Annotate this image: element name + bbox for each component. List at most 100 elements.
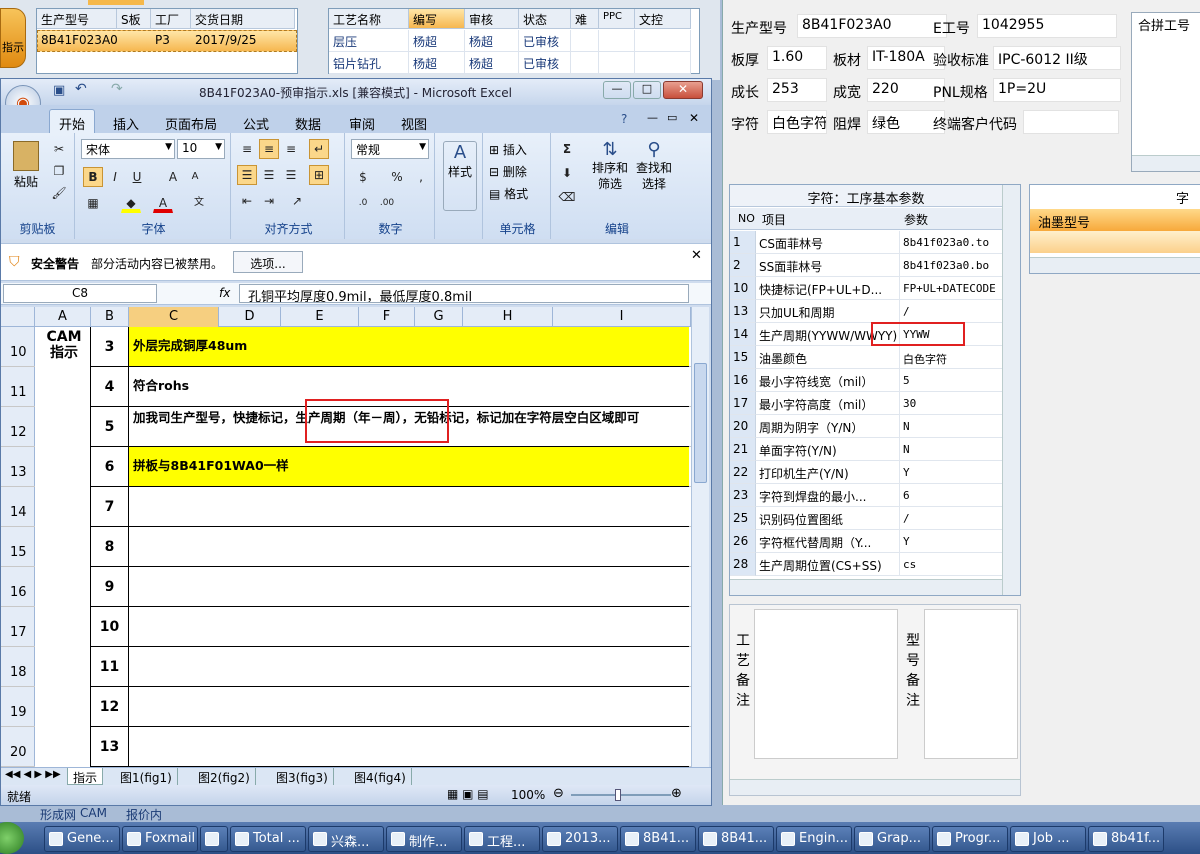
- view-normal-icon[interactable]: ▦ ▣ ▤: [447, 787, 489, 801]
- autosum-button[interactable]: Σ: [557, 139, 577, 159]
- delete-button[interactable]: ⊟ 删除: [489, 163, 527, 180]
- zoom-in-icon[interactable]: ⊕: [671, 786, 682, 801]
- taskbar-item[interactable]: 制作...: [386, 826, 462, 852]
- cell-a[interactable]: [35, 607, 91, 647]
- row-header[interactable]: 12: [1, 407, 35, 446]
- process-cell[interactable]: 层压: [329, 30, 409, 52]
- taskbar-item[interactable]: 8b41f...: [1088, 826, 1164, 852]
- param-row[interactable]: 13 只加UL和周期 /: [730, 300, 1002, 323]
- fill-icon[interactable]: ⬇: [557, 163, 577, 183]
- order-col-header[interactable]: 交货日期: [191, 9, 295, 29]
- field-value[interactable]: 253: [767, 78, 827, 102]
- field-value[interactable]: 1.60: [767, 46, 827, 70]
- taskbar-item[interactable]: Gene...: [44, 826, 120, 852]
- percent-button[interactable]: %: [387, 167, 407, 187]
- cell-number[interactable]: 9: [91, 567, 129, 607]
- order-col-header[interactable]: 生产型号: [37, 9, 117, 29]
- cell-number[interactable]: 13: [91, 727, 129, 767]
- column-header[interactable]: B: [91, 307, 129, 327]
- security-options-button[interactable]: 选项...: [233, 251, 303, 273]
- order-cell[interactable]: 2017/9/25: [191, 30, 295, 52]
- process-cell[interactable]: 已审核: [519, 30, 571, 52]
- font-color-icon[interactable]: A: [153, 193, 173, 213]
- align-left-icon[interactable]: ☰: [237, 165, 257, 185]
- cell-content[interactable]: 拼板与8B41F01WA0一样: [129, 447, 689, 487]
- taskbar-item[interactable]: 工程...: [464, 826, 540, 852]
- ribbon-tab[interactable]: 视图: [401, 114, 427, 133]
- cell-content[interactable]: [129, 567, 689, 607]
- ribbon-restore[interactable]: ▭: [667, 111, 677, 124]
- name-box[interactable]: C8: [3, 284, 157, 303]
- process-col-header[interactable]: 状态: [519, 9, 571, 29]
- process-notes-input[interactable]: [754, 609, 898, 759]
- order-cell[interactable]: [117, 30, 151, 52]
- increase-indent-icon[interactable]: ⇥: [259, 191, 279, 211]
- column-header[interactable]: A: [35, 307, 91, 327]
- styles-button[interactable]: A 样式: [443, 141, 477, 211]
- cut-icon[interactable]: ✂: [49, 139, 69, 159]
- taskbar-item[interactable]: Progr...: [932, 826, 1008, 852]
- minimize-button[interactable]: —: [603, 81, 631, 99]
- process-cell[interactable]: [571, 30, 599, 52]
- process-col-header[interactable]: 难: [571, 9, 599, 29]
- cell-a[interactable]: [35, 407, 91, 447]
- column-header[interactable]: G: [415, 307, 463, 327]
- cell-content[interactable]: 外层完成铜厚48um: [129, 327, 689, 367]
- param-vscroll[interactable]: [1002, 185, 1020, 595]
- column-header[interactable]: H: [463, 307, 553, 327]
- param-row[interactable]: 1 CS面菲林号 8b41f023a0.to: [730, 231, 1002, 254]
- field-value[interactable]: [1023, 110, 1119, 134]
- number-format-select[interactable]: 常规 ▼: [351, 139, 429, 159]
- sort-filter-button[interactable]: ⇅ 排序和筛选: [589, 139, 631, 209]
- cell-a[interactable]: [35, 447, 91, 487]
- param-row[interactable]: 22 打印机生产(Y/N) Y: [730, 461, 1002, 484]
- format-painter-icon[interactable]: 🖌: [49, 183, 69, 203]
- fx-button[interactable]: fx: [219, 286, 230, 300]
- cell-content[interactable]: [129, 527, 689, 567]
- cell-number[interactable]: 8: [91, 527, 129, 567]
- column-header[interactable]: F: [359, 307, 415, 327]
- cell-number[interactable]: 6: [91, 447, 129, 487]
- decrease-decimal-icon[interactable]: .00: [377, 193, 397, 213]
- align-bottom-icon[interactable]: ≡: [281, 139, 301, 159]
- param-hscroll[interactable]: [730, 579, 1002, 595]
- taskbar-item[interactable]: Engin...: [776, 826, 852, 852]
- taskbar-item[interactable]: 兴森...: [308, 826, 384, 852]
- bg-tab-1[interactable]: 形成网: [40, 806, 76, 823]
- param-row[interactable]: 20 周期为阴字（Y/N） N: [730, 415, 1002, 438]
- close-button[interactable]: ✕: [663, 81, 703, 99]
- borders-icon[interactable]: ▦: [83, 193, 103, 213]
- cell-a[interactable]: [35, 527, 91, 567]
- copy-icon[interactable]: ❐: [49, 161, 69, 181]
- column-header[interactable]: C: [129, 307, 219, 327]
- paste-button[interactable]: 粘贴: [9, 139, 43, 203]
- process-col-header[interactable]: 审核: [465, 9, 519, 29]
- cell-a[interactable]: [35, 647, 91, 687]
- sheet-tab[interactable]: 图1(fig1): [115, 768, 178, 785]
- column-header[interactable]: E: [281, 307, 359, 327]
- process-cell[interactable]: 杨超: [465, 30, 519, 52]
- taskbar-item[interactable]: [200, 826, 228, 852]
- formula-input[interactable]: 孔铜平均厚度0.9mil，最低厚度0.8mil: [239, 284, 689, 303]
- param-row[interactable]: 28 生产周期位置(CS+SS) cs: [730, 553, 1002, 576]
- cell-number[interactable]: 12: [91, 687, 129, 727]
- redo-icon[interactable]: ↷: [111, 81, 123, 97]
- param-row[interactable]: 21 单面字符(Y/N) N: [730, 438, 1002, 461]
- grow-font-icon[interactable]: A: [163, 167, 183, 187]
- taskbar-item[interactable]: 2013...: [542, 826, 618, 852]
- cell-content[interactable]: [129, 687, 689, 727]
- process-col-header[interactable]: 工艺名称: [329, 9, 409, 29]
- tab-nav-icons[interactable]: ◀◀ ◀ ▶ ▶▶: [5, 769, 61, 780]
- sheet-tab[interactable]: 图2(fig2): [193, 768, 256, 785]
- find-select-button[interactable]: ⚲ 查找和选择: [633, 139, 675, 209]
- process-cell[interactable]: 杨超: [409, 30, 465, 52]
- process-col-header[interactable]: 文控: [635, 9, 691, 29]
- start-button[interactable]: [0, 822, 24, 854]
- row-header[interactable]: 20: [1, 727, 35, 766]
- taskbar-item[interactable]: Total ...: [230, 826, 306, 852]
- field-value[interactable]: 1P=2U: [993, 78, 1121, 102]
- field-value[interactable]: 8B41F023A0: [797, 14, 947, 38]
- sheet-tab[interactable]: 图3(fig3): [271, 768, 334, 785]
- font-name-select[interactable]: 宋体 ▼: [81, 139, 175, 159]
- shrink-font-icon[interactable]: A: [185, 167, 205, 187]
